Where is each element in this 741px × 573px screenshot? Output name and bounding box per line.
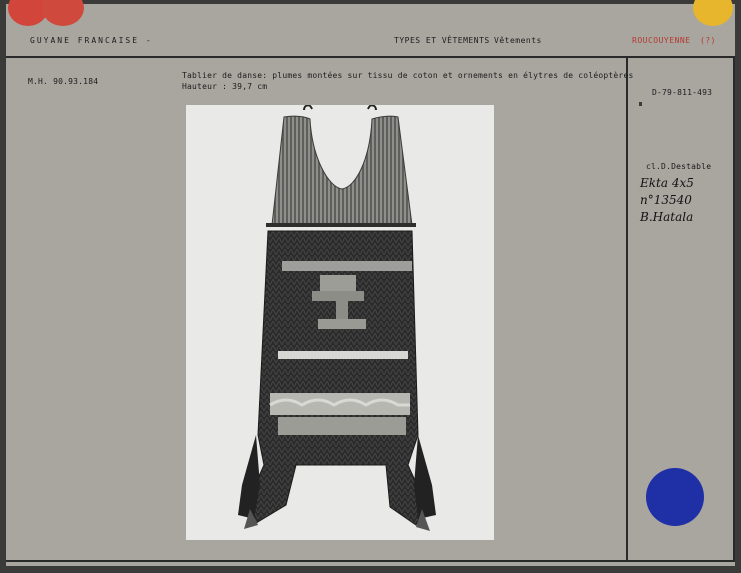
right-edge-rule <box>733 58 735 562</box>
handwritten-photographer: B.Hatala <box>640 210 694 224</box>
side-panel-divider <box>626 58 628 562</box>
red-tab-dot-2 <box>42 0 84 26</box>
yellow-tab-dot <box>693 0 733 26</box>
group-label: ROUCOUYENNE <box>632 36 691 45</box>
handwritten-format: Ekta 4x5 <box>640 176 694 190</box>
object-photograph <box>186 104 494 540</box>
object-description: Tablier de danse: plumes montées sur tis… <box>182 71 634 80</box>
category-label: TYPES ET VÊTEMENTS <box>394 36 490 45</box>
photo-credit: cl.D.Destable <box>646 162 712 171</box>
margin-tick <box>639 102 642 106</box>
object-height: Hauteur : 39,7 cm <box>182 82 268 91</box>
region-title: GUYANE FRANCAISE - <box>30 36 153 45</box>
feather-apron-image <box>238 104 436 531</box>
photo-reference: D-79-811-493 <box>652 88 713 97</box>
inventory-number: M.H. 90.93.184 <box>28 77 99 86</box>
handwritten-number: n°13540 <box>640 193 692 207</box>
group-note: (?) <box>700 36 716 45</box>
blue-sticker-dot <box>646 468 704 526</box>
subcategory-label: Vêtements <box>494 36 542 45</box>
